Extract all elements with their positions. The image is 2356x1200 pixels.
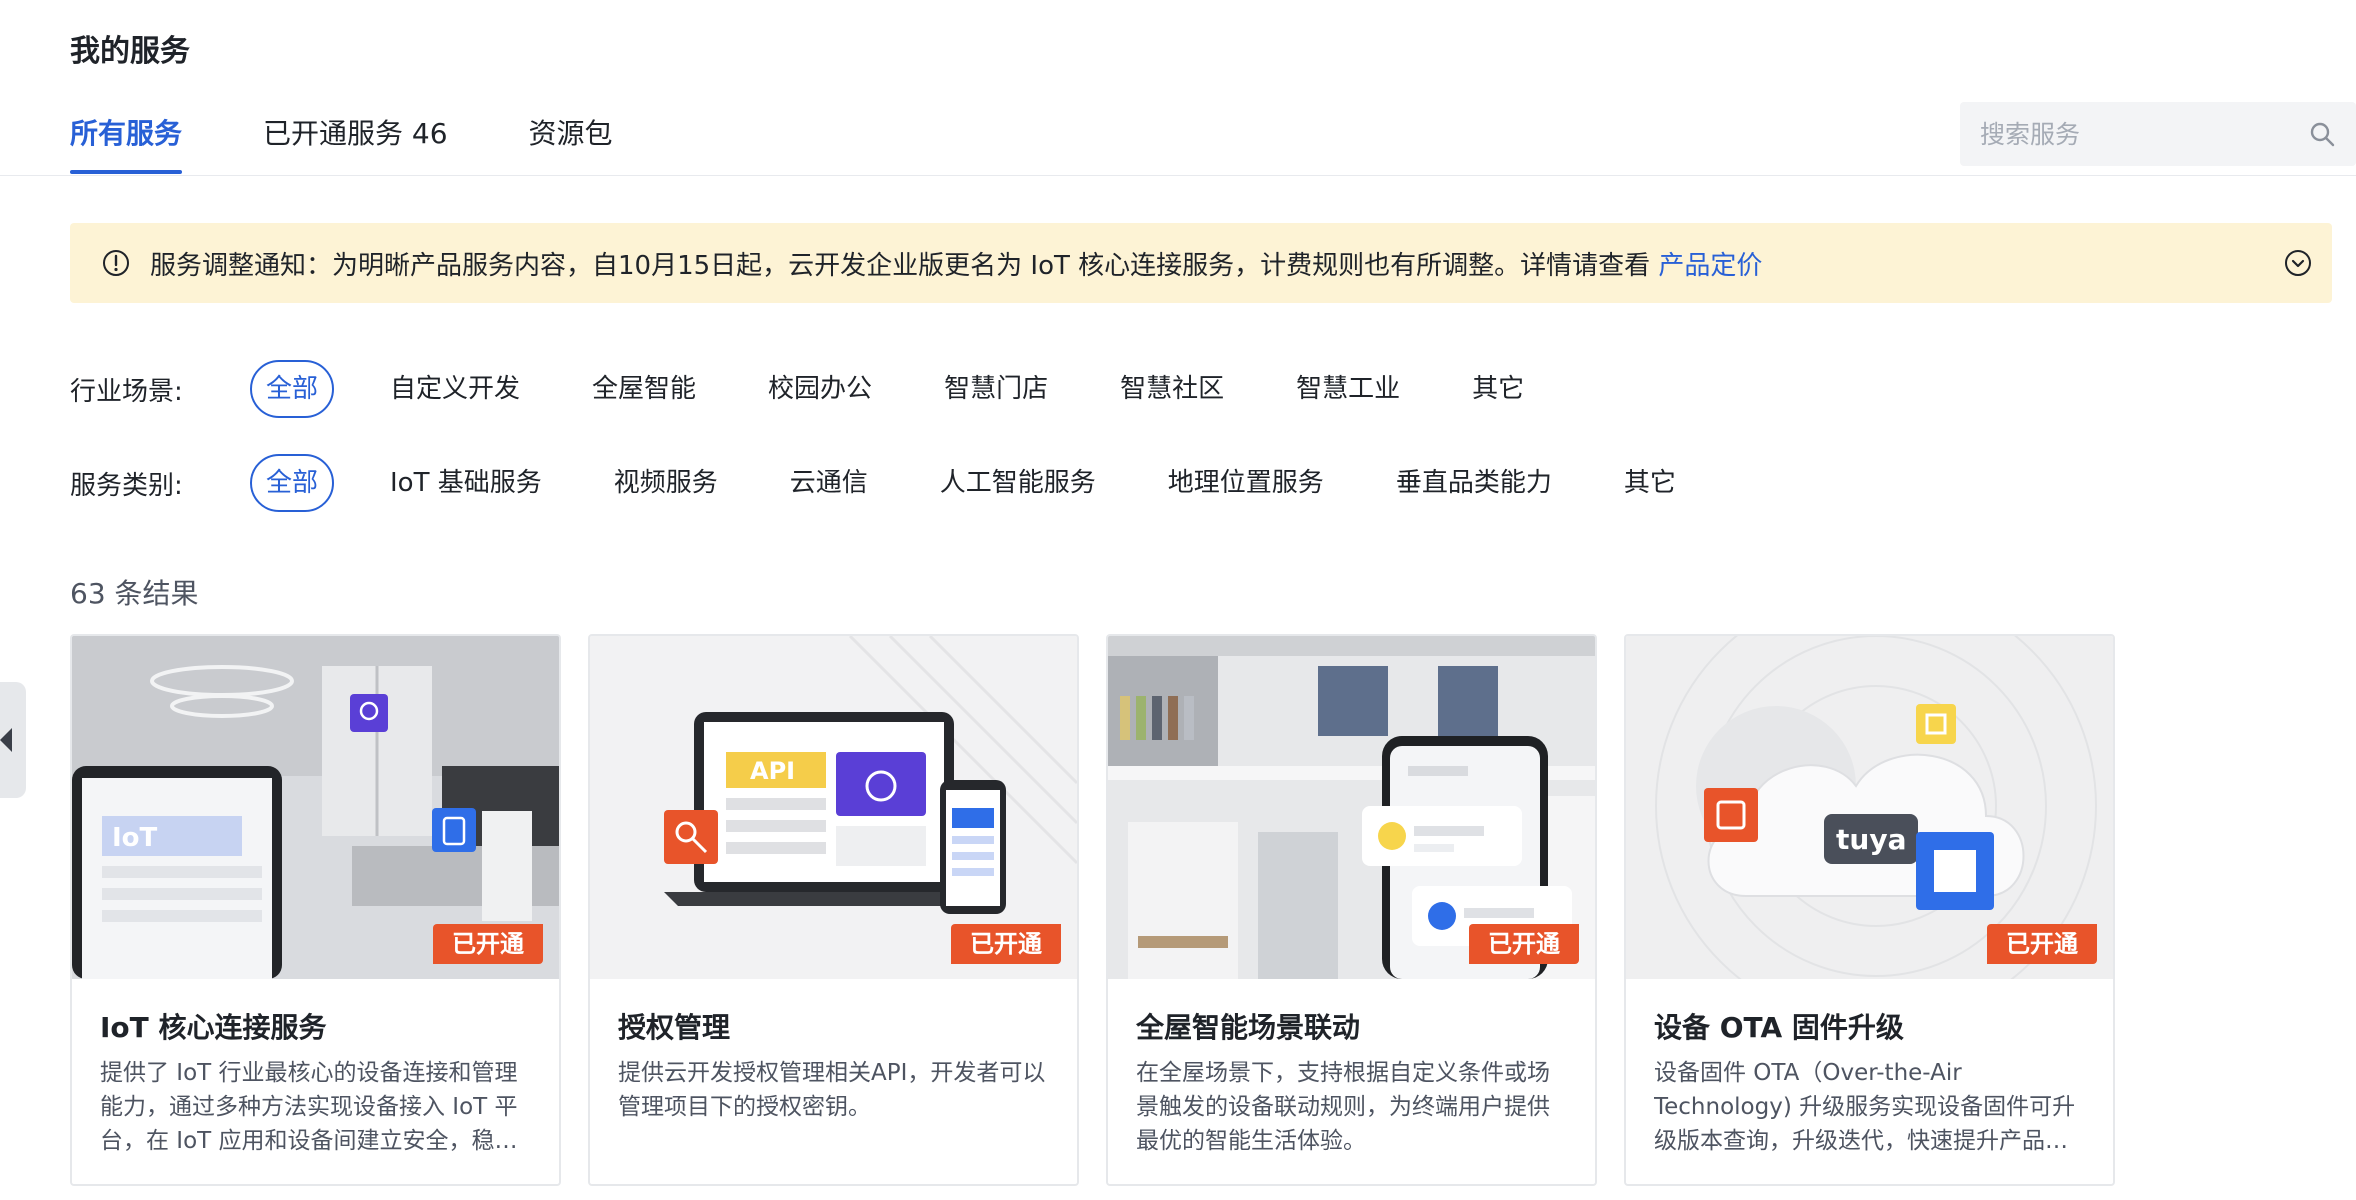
service-card-scene-linkage[interactable]: 已开通 全屋智能场景联动 在全屋场景下，支持根据自定义条件或场景触发的设备联动规… bbox=[1106, 634, 1597, 1186]
notice-message: 服务调整通知：为明晰产品服务内容，自10月15日起，云开发企业版更名为 IoT … bbox=[150, 251, 1659, 281]
industry-filter-label: 行业场景: bbox=[70, 376, 183, 407]
card-description: 在全屋场景下，支持根据自定义条件或场景触发的设备联动规则，为终端用户提供最优的智… bbox=[1136, 1060, 1550, 1154]
category-filter-label: 服务类别: bbox=[70, 470, 183, 501]
notice-banner: 服务调整通知：为明晰产品服务内容，自10月15日起，云开发企业版更名为 IoT … bbox=[70, 223, 2332, 303]
api-label: API bbox=[750, 757, 795, 785]
service-card-iot-core[interactable]: IoT 已开通 IoT 核心连接服务 提供了 IoT 行业最核心的设备连接和管理… bbox=[70, 634, 561, 1186]
tab-all-services[interactable]: 所有服务 bbox=[70, 112, 183, 174]
category-chip-ai[interactable]: 人工智能服务 bbox=[924, 454, 1112, 512]
chevron-down-circle-icon[interactable] bbox=[2282, 247, 2314, 279]
pricing-link[interactable]: 产品定价 bbox=[1658, 251, 1762, 281]
category-chip-location[interactable]: 地理位置服务 bbox=[1152, 454, 1340, 512]
industry-chip-other[interactable]: 其它 bbox=[1456, 360, 1540, 418]
side-collapse-handle[interactable] bbox=[0, 682, 26, 798]
industry-chip-smart-industry[interactable]: 智慧工业 bbox=[1280, 360, 1416, 418]
service-card-ota-upgrade[interactable]: tuya 已开通 设备 OTA 固件升级 设备固件 OTA（Over-the-A… bbox=[1624, 634, 2115, 1186]
result-count: 63 条结果 bbox=[70, 577, 199, 610]
category-chip-video[interactable]: 视频服务 bbox=[598, 454, 734, 512]
page-title: 我的服务 bbox=[70, 34, 190, 69]
industry-chip-smart-store[interactable]: 智慧门店 bbox=[928, 360, 1064, 418]
industry-chip-smart-community[interactable]: 智慧社区 bbox=[1104, 360, 1240, 418]
iot-screen-label: IoT bbox=[112, 823, 158, 853]
status-badge: 已开通 bbox=[433, 924, 543, 964]
tab-activated-services[interactable]: 已开通服务 46 bbox=[263, 112, 448, 174]
status-badge: 已开通 bbox=[951, 924, 1061, 964]
category-chip-iot-basic[interactable]: IoT 基础服务 bbox=[374, 454, 558, 512]
search-icon[interactable] bbox=[2308, 120, 2336, 148]
industry-chip-all[interactable]: 全部 bbox=[250, 360, 335, 418]
service-card-authorization[interactable]: API 已开通 授权管理 提供云开发授权管理相关API，开发者可以管理项目下的授… bbox=[588, 634, 1079, 1186]
industry-chip-custom-dev[interactable]: 自定义开发 bbox=[374, 360, 536, 418]
tab-resource-packs[interactable]: 资源包 bbox=[529, 112, 613, 174]
card-description: 提供了 IoT 行业最核心的设备连接和管理能力，通过多种方法实现设备接入 IoT… bbox=[100, 1060, 518, 1154]
status-badge: 已开通 bbox=[1987, 924, 2097, 964]
notice-text: 服务调整通知：为明晰产品服务内容，自10月15日起，云开发企业版更名为 IoT … bbox=[150, 245, 1762, 282]
industry-filter-row: 行业场景: 全部 自定义开发 全屋智能 校园办公 智慧门店 智慧社区 智慧工业 … bbox=[70, 360, 1580, 418]
info-circle-icon bbox=[103, 250, 129, 276]
caret-left-icon bbox=[0, 728, 12, 752]
card-description: 提供云开发授权管理相关API，开发者可以管理项目下的授权密钥。 bbox=[618, 1060, 1046, 1120]
tab-bar: 所有服务 已开通服务 46 资源包 bbox=[70, 112, 694, 174]
tuya-logo-text: tuya bbox=[1836, 823, 1906, 856]
category-chip-vertical[interactable]: 垂直品类能力 bbox=[1380, 454, 1568, 512]
industry-chip-whole-home[interactable]: 全屋智能 bbox=[576, 360, 712, 418]
industry-chip-campus-office[interactable]: 校园办公 bbox=[752, 360, 888, 418]
category-chip-other[interactable]: 其它 bbox=[1608, 454, 1692, 512]
card-title: 授权管理 bbox=[618, 1011, 731, 1044]
category-chip-cloud-comm[interactable]: 云通信 bbox=[774, 454, 884, 512]
card-title: 设备 OTA 固件升级 bbox=[1654, 1011, 1904, 1044]
card-title: IoT 核心连接服务 bbox=[100, 1011, 327, 1044]
card-description: 设备固件 OTA（Over-the-Air Technology) 升级服务实现… bbox=[1654, 1060, 2076, 1154]
search-box bbox=[1960, 102, 2356, 166]
search-input[interactable] bbox=[1980, 102, 2280, 166]
category-chip-all[interactable]: 全部 bbox=[250, 454, 335, 512]
category-filter-row: 服务类别: 全部 IoT 基础服务 视频服务 云通信 人工智能服务 地理位置服务… bbox=[70, 454, 1732, 512]
tabs-divider bbox=[0, 175, 2356, 176]
card-title: 全屋智能场景联动 bbox=[1136, 1011, 1361, 1044]
status-badge: 已开通 bbox=[1469, 924, 1579, 964]
